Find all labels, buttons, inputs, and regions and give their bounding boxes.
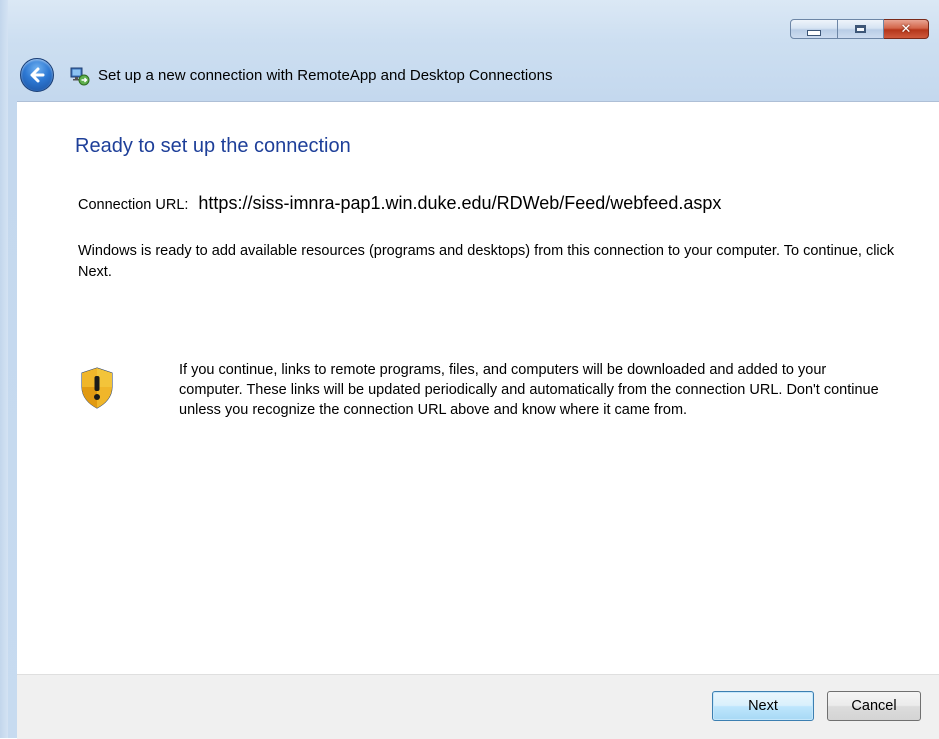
page-heading: Ready to set up the connection	[75, 135, 351, 157]
minimize-icon	[807, 29, 821, 36]
minimize-button[interactable]	[790, 19, 838, 39]
close-icon: ✕	[900, 21, 912, 37]
close-button[interactable]: ✕	[884, 19, 929, 39]
wizard-footer: Next Cancel	[17, 674, 939, 739]
cancel-button[interactable]: Cancel	[827, 691, 921, 721]
description-text: Windows is ready to add available resour…	[78, 243, 895, 280]
warning-text: If you continue, links to remote program…	[179, 362, 879, 418]
connection-url-value: https://siss-imnra-pap1.win.duke.edu/RDW…	[198, 193, 722, 213]
back-button[interactable]	[20, 58, 54, 92]
security-shield-icon	[80, 367, 114, 409]
remoteapp-connection-icon	[70, 66, 90, 86]
wizard-header: Set up a new connection with RemoteApp a…	[20, 55, 552, 95]
window-frame-left	[0, 0, 8, 738]
next-button[interactable]: Next	[712, 691, 814, 721]
maximize-icon	[855, 25, 866, 33]
caption-buttons: ✕	[790, 19, 929, 39]
wizard-window: ✕ Set up a new connection with RemoteApp…	[0, 0, 939, 739]
connection-url-row: Connection URL: https://siss-imnra-pap1.…	[78, 193, 721, 214]
window-title: Set up a new connection with RemoteApp a…	[98, 66, 553, 84]
connection-url-label: Connection URL:	[78, 197, 189, 213]
maximize-button[interactable]	[838, 19, 884, 39]
back-arrow-icon	[30, 67, 45, 83]
wizard-content: Ready to set up the connection Connectio…	[17, 101, 939, 674]
